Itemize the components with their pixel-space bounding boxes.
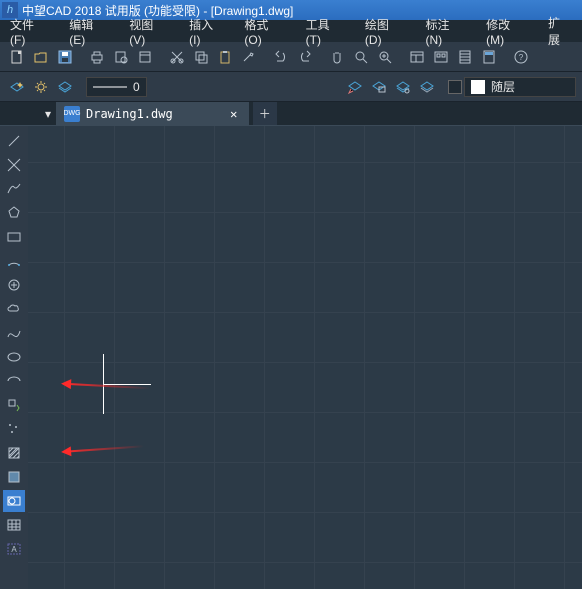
menu-tools[interactable]: 工具(T): [296, 20, 355, 42]
separator: [78, 46, 84, 68]
layer-select[interactable]: 随层: [464, 77, 576, 97]
copy-button[interactable]: [190, 46, 212, 68]
line-tool[interactable]: [3, 130, 25, 152]
doc-tab-drawing1[interactable]: DWG Drawing1.dwg ✕: [56, 102, 249, 125]
zoom-button[interactable]: [350, 46, 372, 68]
doc-tabstrip: ▾ DWG Drawing1.dwg ✕ ＋: [0, 102, 582, 126]
doc-tab-label: Drawing1.dwg: [86, 107, 173, 121]
close-icon[interactable]: ✕: [227, 107, 241, 121]
new-tab-button[interactable]: ＋: [253, 102, 277, 125]
separator: [318, 46, 324, 68]
layer-freeze-button[interactable]: [416, 76, 438, 98]
layer-label: 随层: [491, 78, 515, 95]
help-button[interactable]: ?: [510, 46, 532, 68]
design-center-button[interactable]: [430, 46, 452, 68]
menu-file[interactable]: 文件(F): [0, 20, 59, 42]
draw-toolbox: A: [0, 126, 28, 589]
drawing-canvas[interactable]: [28, 126, 582, 589]
menu-modify[interactable]: 修改(M): [476, 20, 538, 42]
open-button[interactable]: [30, 46, 52, 68]
paste-button[interactable]: [214, 46, 236, 68]
menu-dimension[interactable]: 标注(N): [416, 20, 477, 42]
svg-text:?: ?: [519, 53, 524, 62]
toolbar-2: 0 随层: [0, 72, 582, 102]
table-tool[interactable]: [3, 514, 25, 536]
point-tool[interactable]: [3, 418, 25, 440]
menu-edit[interactable]: 编辑(E): [59, 20, 119, 42]
hatch-tool[interactable]: [3, 442, 25, 464]
menu-draw[interactable]: 绘图(D): [355, 20, 416, 42]
separator: [440, 76, 446, 98]
circle-center-tool[interactable]: [3, 274, 25, 296]
arc-tool[interactable]: [3, 250, 25, 272]
separator: [262, 46, 268, 68]
calc-button[interactable]: [478, 46, 500, 68]
match-properties-button[interactable]: [238, 46, 260, 68]
new-layer-button[interactable]: [6, 76, 28, 98]
lineweight-value: 0: [133, 80, 140, 94]
menu-view[interactable]: 视图(V): [119, 20, 179, 42]
dwg-icon: DWG: [64, 106, 80, 122]
pan-button[interactable]: [326, 46, 348, 68]
toolbar-1: ?: [0, 42, 582, 72]
menubar: 文件(F) 编辑(E) 视图(V) 插入(I) 格式(O) 工具(T) 绘图(D…: [0, 20, 582, 42]
publish-button[interactable]: [134, 46, 156, 68]
polygon-tool[interactable]: [3, 202, 25, 224]
separator: [398, 46, 404, 68]
sun-button[interactable]: [30, 76, 52, 98]
svg-text:A: A: [11, 545, 17, 554]
zoom-window-button[interactable]: [374, 46, 396, 68]
undo-button[interactable]: [270, 46, 292, 68]
save-button[interactable]: [54, 46, 76, 68]
menu-insert[interactable]: 插入(I): [179, 20, 234, 42]
tool-palettes-button[interactable]: [454, 46, 476, 68]
ellipse-tool[interactable]: [3, 346, 25, 368]
revision-cloud-tool[interactable]: [3, 298, 25, 320]
polyline-tool[interactable]: [3, 178, 25, 200]
construction-line-tool[interactable]: [3, 154, 25, 176]
menu-extend[interactable]: 扩展: [538, 20, 582, 42]
grid-overlay: [28, 126, 582, 589]
ellipse-arc-tool[interactable]: [3, 370, 25, 392]
new-button[interactable]: [6, 46, 28, 68]
separator: [78, 76, 84, 98]
print-button[interactable]: [86, 46, 108, 68]
layer-states-button[interactable]: [368, 76, 390, 98]
gradient-tool[interactable]: [3, 466, 25, 488]
layer-prev-button[interactable]: [344, 76, 366, 98]
print-preview-button[interactable]: [110, 46, 132, 68]
spline-tool[interactable]: [3, 322, 25, 344]
lineweight-select[interactable]: 0: [86, 77, 147, 97]
separator: [158, 46, 164, 68]
insert-block-tool[interactable]: [3, 394, 25, 416]
mtext-tool[interactable]: A: [3, 538, 25, 560]
tab-menu-button[interactable]: ▾: [40, 102, 56, 125]
region-tool[interactable]: [3, 490, 25, 512]
separator: [502, 46, 508, 68]
properties-button[interactable]: [406, 46, 428, 68]
bylayer-checkbox[interactable]: [448, 80, 462, 94]
rectangle-tool[interactable]: [3, 226, 25, 248]
cut-button[interactable]: [166, 46, 188, 68]
layer-manager-button[interactable]: [392, 76, 414, 98]
menu-format[interactable]: 格式(O): [234, 20, 295, 42]
layer-iso-button[interactable]: [54, 76, 76, 98]
redo-button[interactable]: [294, 46, 316, 68]
